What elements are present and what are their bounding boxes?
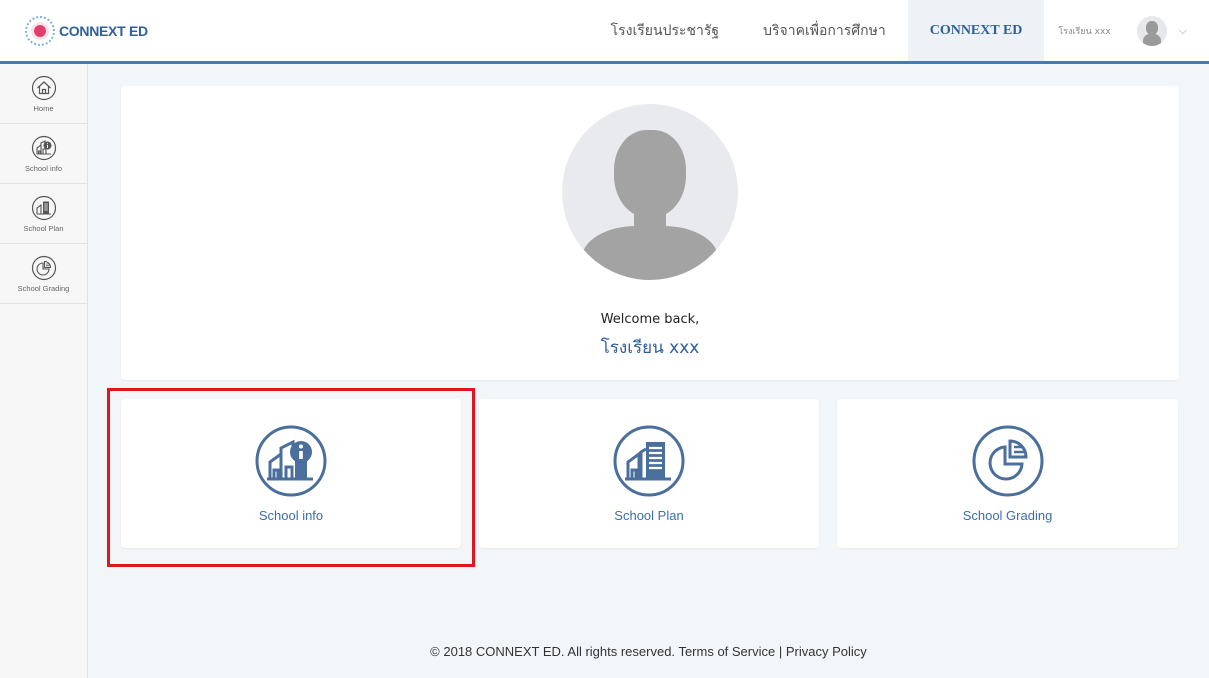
- sidebar-item-school-grading[interactable]: School Grading: [0, 244, 87, 304]
- footer-separator: |: [778, 644, 783, 659]
- user-menu[interactable]: โรงเรียน xxx ⌵: [1044, 0, 1209, 61]
- chevron-down-icon[interactable]: ⌵: [1179, 24, 1187, 38]
- top-navbar: CONNEXT ED โรงเรียนประชารัฐ บริจาคเพื่อก…: [0, 0, 1209, 64]
- nav-item-connext-ed[interactable]: CONNEXT ED: [907, 0, 1045, 61]
- welcome-greeting: Welcome back,: [600, 312, 700, 327]
- nav-item-donate-education[interactable]: บริจาคเพื่อการศึกษา: [741, 0, 908, 61]
- sidebar: Home School info School Plan School Grad…: [0, 64, 88, 678]
- sidebar-item-label: School Grading: [17, 283, 70, 293]
- school-grading-icon: [31, 255, 56, 280]
- main-nav: โรงเรียนประชารัฐ บริจาคเพื่อการศึกษา CON…: [589, 0, 1209, 61]
- tile-school-info[interactable]: School info: [121, 399, 461, 548]
- sidebar-item-school-info[interactable]: School info: [0, 124, 87, 184]
- school-grading-icon: [972, 425, 1043, 497]
- tile-label: School Grading: [962, 508, 1053, 523]
- tile-label: School Plan: [614, 508, 684, 523]
- sidebar-item-school-plan[interactable]: School Plan: [0, 184, 87, 244]
- sidebar-item-label: Home: [33, 103, 54, 113]
- school-info-icon: [255, 425, 327, 497]
- main-content: Welcome back, โรงเรียน xxx School info S…: [88, 64, 1209, 678]
- sidebar-item-home[interactable]: Home: [0, 64, 87, 124]
- school-plan-icon: [31, 195, 56, 220]
- tile-school-plan[interactable]: School Plan: [479, 399, 819, 548]
- school-info-icon: [31, 135, 56, 160]
- sidebar-item-label: School Plan: [23, 223, 64, 233]
- terms-of-service-link[interactable]: Terms of Service: [678, 644, 775, 659]
- welcome-school-name: โรงเรียน xxx: [600, 338, 700, 358]
- sidebar-item-label: School info: [24, 163, 63, 173]
- footer: © 2018 CONNEXT ED. All rights reserved. …: [88, 644, 1209, 659]
- logo-mark-icon: [25, 16, 55, 46]
- school-plan-icon: [613, 425, 685, 497]
- user-name: โรงเรียน xxx: [1058, 26, 1111, 37]
- logo-text: CONNEXT ED: [59, 23, 148, 39]
- tile-school-grading[interactable]: School Grading: [837, 399, 1178, 548]
- privacy-policy-link[interactable]: Privacy Policy: [786, 644, 867, 659]
- tile-label: School info: [258, 508, 324, 523]
- nav-item-pracharat-school[interactable]: โรงเรียนประชารัฐ: [589, 0, 742, 61]
- user-avatar[interactable]: [1136, 15, 1167, 46]
- footer-copyright: © 2018 CONNEXT ED. All rights reserved.: [430, 644, 676, 659]
- profile-avatar: [562, 104, 738, 280]
- connext-ed-logo[interactable]: CONNEXT ED: [25, 16, 148, 46]
- home-icon: [31, 75, 56, 100]
- welcome-card: Welcome back, โรงเรียน xxx: [121, 86, 1179, 380]
